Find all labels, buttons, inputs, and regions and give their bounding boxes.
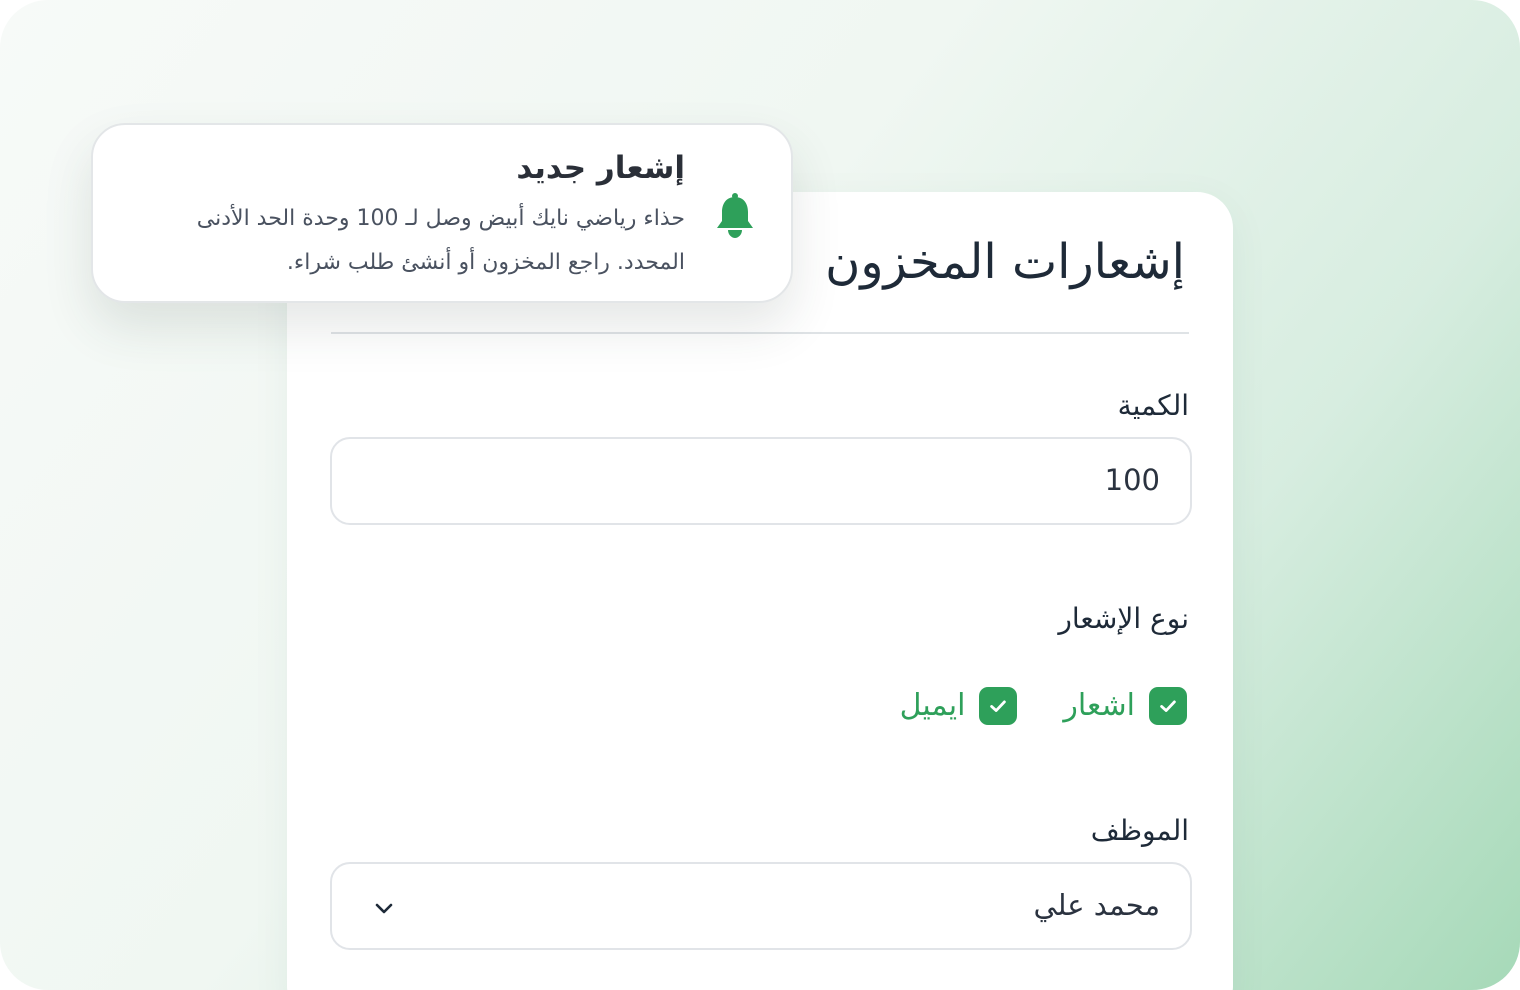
checkbox-email[interactable] — [979, 687, 1018, 725]
option-label: اشعار — [1063, 688, 1135, 723]
bell-icon — [717, 193, 753, 238]
quantity-value: 100 — [1104, 463, 1160, 497]
inventory-notifications-panel: إشعارات المخزون الكمية 100 نوع الإشعار ا… — [287, 192, 1233, 990]
quantity-label: الكمية — [1117, 389, 1189, 422]
title-divider — [331, 332, 1189, 334]
notification-toast[interactable]: إشعار جديد حذاء رياضي نايك أبيض وصل لـ 1… — [91, 123, 793, 303]
panel-title: إشعارات المخزون — [825, 234, 1185, 290]
check-icon — [990, 700, 1007, 712]
toast-title: إشعار جديد — [516, 150, 685, 186]
check-icon — [1160, 700, 1176, 712]
quantity-input[interactable]: 100 — [330, 437, 1192, 525]
option-email[interactable]: ايميل — [900, 684, 1018, 728]
notification-type-options: اشعار ايميل — [854, 684, 1187, 728]
employee-value: محمد علي — [1033, 888, 1160, 922]
employee-select[interactable]: محمد علي — [330, 862, 1192, 950]
option-in-app-notification[interactable]: اشعار — [1063, 684, 1187, 728]
employee-label: الموظف — [1090, 814, 1189, 847]
notification-type-label: نوع الإشعار — [1058, 602, 1189, 635]
option-label: ايميل — [899, 688, 966, 723]
toast-message: حذاء رياضي نايك أبيض وصل لـ 100 وحدة الح… — [196, 206, 685, 275]
background-frame: إشعارات المخزون الكمية 100 نوع الإشعار ا… — [0, 0, 1520, 990]
chevron-down-icon[interactable] — [372, 896, 396, 920]
checkbox-in-app-notification[interactable] — [1149, 687, 1187, 725]
